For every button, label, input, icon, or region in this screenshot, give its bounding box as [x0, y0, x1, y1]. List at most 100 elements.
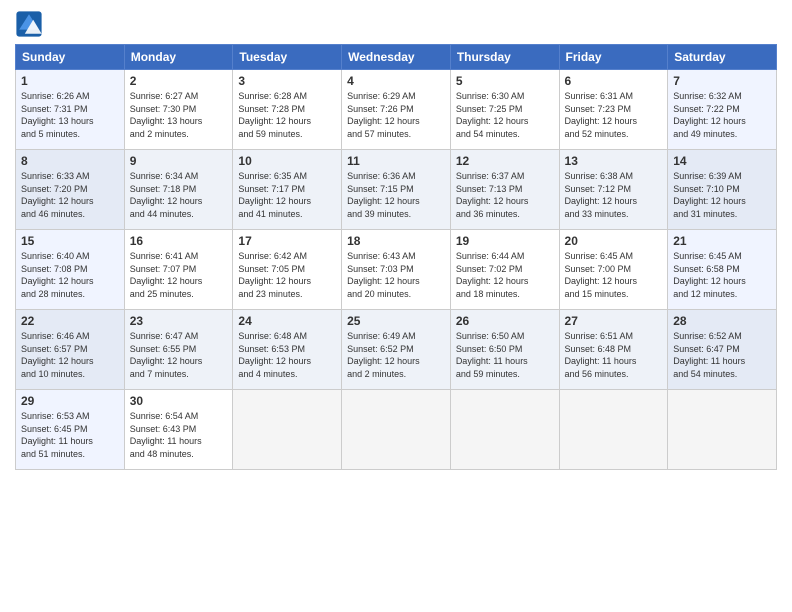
calendar-cell: 26 Sunrise: 6:50 AM Sunset: 6:50 PM Dayli…	[450, 310, 559, 390]
calendar-cell	[342, 390, 451, 470]
day-info: Sunrise: 6:39 AM Sunset: 7:10 PM Dayligh…	[673, 170, 771, 220]
day-number: 21	[673, 234, 771, 248]
logo	[15, 10, 47, 38]
calendar-cell: 13Sunrise: 6:38 AM Sunset: 7:12 PM Dayli…	[559, 150, 668, 230]
day-info: Sunrise: 6:27 AM Sunset: 7:30 PM Dayligh…	[130, 90, 228, 140]
calendar-cell: 20 Sunrise: 6:45 AM Sunset: 7:00 PM Dayli…	[559, 230, 668, 310]
weekday-header-tuesday: Tuesday	[233, 45, 342, 70]
calendar-cell: 6 Sunrise: 6:31 AM Sunset: 7:23 PM Daylig…	[559, 70, 668, 150]
day-info: Sunrise: 6:30 AM Sunset: 7:25 PM Dayligh…	[456, 90, 554, 140]
day-number: 3	[238, 74, 336, 88]
day-info: Sunrise: 6:45 AM Sunset: 7:00 PM Dayligh…	[565, 250, 663, 300]
day-number: 1	[21, 74, 119, 88]
day-number: 24	[238, 314, 336, 328]
calendar-cell	[233, 390, 342, 470]
logo-icon	[15, 10, 43, 38]
day-number: 5	[456, 74, 554, 88]
day-number: 2	[130, 74, 228, 88]
day-number: 30	[130, 394, 228, 408]
day-info: Sunrise: 6:48 AM Sunset: 6:53 PM Dayligh…	[238, 330, 336, 380]
day-info: Sunrise: 6:34 AM Sunset: 7:18 PM Dayligh…	[130, 170, 228, 220]
calendar-cell: 17 Sunrise: 6:42 AM Sunset: 7:05 PM Dayli…	[233, 230, 342, 310]
day-info: Sunrise: 6:47 AM Sunset: 6:55 PM Dayligh…	[130, 330, 228, 380]
day-number: 25	[347, 314, 445, 328]
day-info: Sunrise: 6:46 AM Sunset: 6:57 PM Dayligh…	[21, 330, 119, 380]
day-number: 19	[456, 234, 554, 248]
day-number: 14	[673, 154, 771, 168]
day-info: Sunrise: 6:52 AM Sunset: 6:47 PM Dayligh…	[673, 330, 771, 380]
day-number: 4	[347, 74, 445, 88]
day-number: 26	[456, 314, 554, 328]
day-info: Sunrise: 6:31 AM Sunset: 7:23 PM Dayligh…	[565, 90, 663, 140]
day-number: 29	[21, 394, 119, 408]
calendar-table: SundayMondayTuesdayWednesdayThursdayFrid…	[15, 44, 777, 470]
calendar-cell: 21 Sunrise: 6:45 AM Sunset: 6:58 PM Dayli…	[668, 230, 777, 310]
calendar-cell: 14 Sunrise: 6:39 AM Sunset: 7:10 PM Dayli…	[668, 150, 777, 230]
day-info: Sunrise: 6:33 AM Sunset: 7:20 PM Dayligh…	[21, 170, 119, 220]
calendar-cell: 7Sunrise: 6:32 AM Sunset: 7:22 PM Daylig…	[668, 70, 777, 150]
day-number: 9	[130, 154, 228, 168]
calendar-cell: 4 Sunrise: 6:29 AM Sunset: 7:26 PM Daylig…	[342, 70, 451, 150]
day-number: 16	[130, 234, 228, 248]
day-number: 15	[21, 234, 119, 248]
day-info: Sunrise: 6:53 AM Sunset: 6:45 PM Dayligh…	[21, 410, 119, 460]
day-number: 6	[565, 74, 663, 88]
calendar-cell: 15 Sunrise: 6:40 AM Sunset: 7:08 PM Dayli…	[16, 230, 125, 310]
page: SundayMondayTuesdayWednesdayThursdayFrid…	[0, 0, 792, 612]
calendar-cell: 9 Sunrise: 6:34 AM Sunset: 7:18 PM Daylig…	[124, 150, 233, 230]
day-info: Sunrise: 6:41 AM Sunset: 7:07 PM Dayligh…	[130, 250, 228, 300]
calendar-cell: 8 Sunrise: 6:33 AM Sunset: 7:20 PM Daylig…	[16, 150, 125, 230]
calendar-cell: 23 Sunrise: 6:47 AM Sunset: 6:55 PM Dayli…	[124, 310, 233, 390]
day-number: 12	[456, 154, 554, 168]
day-number: 22	[21, 314, 119, 328]
day-number: 11	[347, 154, 445, 168]
day-number: 20	[565, 234, 663, 248]
day-info: Sunrise: 6:28 AM Sunset: 7:28 PM Dayligh…	[238, 90, 336, 140]
header	[15, 10, 777, 38]
day-info: Sunrise: 6:44 AM Sunset: 7:02 PM Dayligh…	[456, 250, 554, 300]
day-info: Sunrise: 6:49 AM Sunset: 6:52 PM Dayligh…	[347, 330, 445, 380]
day-number: 27	[565, 314, 663, 328]
day-info: Sunrise: 6:29 AM Sunset: 7:26 PM Dayligh…	[347, 90, 445, 140]
weekday-header-thursday: Thursday	[450, 45, 559, 70]
weekday-header-monday: Monday	[124, 45, 233, 70]
weekday-header-friday: Friday	[559, 45, 668, 70]
day-number: 10	[238, 154, 336, 168]
calendar-cell: 3 Sunrise: 6:28 AM Sunset: 7:28 PM Daylig…	[233, 70, 342, 150]
calendar-cell	[668, 390, 777, 470]
day-info: Sunrise: 6:38 AM Sunset: 7:12 PM Dayligh…	[565, 170, 663, 220]
day-number: 18	[347, 234, 445, 248]
day-info: Sunrise: 6:50 AM Sunset: 6:50 PM Dayligh…	[456, 330, 554, 380]
calendar-week-row: 1 Sunrise: 6:26 AM Sunset: 7:31 PM Daylig…	[16, 70, 777, 150]
calendar-cell: 30Sunrise: 6:54 AM Sunset: 6:43 PM Dayli…	[124, 390, 233, 470]
day-info: Sunrise: 6:45 AM Sunset: 6:58 PM Dayligh…	[673, 250, 771, 300]
weekday-header-sunday: Sunday	[16, 45, 125, 70]
calendar-cell: 2 Sunrise: 6:27 AM Sunset: 7:30 PM Daylig…	[124, 70, 233, 150]
day-info: Sunrise: 6:35 AM Sunset: 7:17 PM Dayligh…	[238, 170, 336, 220]
calendar-cell: 19 Sunrise: 6:44 AM Sunset: 7:02 PM Dayli…	[450, 230, 559, 310]
day-info: Sunrise: 6:37 AM Sunset: 7:13 PM Dayligh…	[456, 170, 554, 220]
day-number: 28	[673, 314, 771, 328]
weekday-header-wednesday: Wednesday	[342, 45, 451, 70]
calendar-cell: 16 Sunrise: 6:41 AM Sunset: 7:07 PM Dayli…	[124, 230, 233, 310]
calendar-cell	[450, 390, 559, 470]
day-info: Sunrise: 6:51 AM Sunset: 6:48 PM Dayligh…	[565, 330, 663, 380]
calendar-week-row: 8 Sunrise: 6:33 AM Sunset: 7:20 PM Daylig…	[16, 150, 777, 230]
calendar-cell: 11 Sunrise: 6:36 AM Sunset: 7:15 PM Dayli…	[342, 150, 451, 230]
day-info: Sunrise: 6:42 AM Sunset: 7:05 PM Dayligh…	[238, 250, 336, 300]
calendar-cell: 27 Sunrise: 6:51 AM Sunset: 6:48 PM Dayli…	[559, 310, 668, 390]
calendar-cell: 12 Sunrise: 6:37 AM Sunset: 7:13 PM Dayli…	[450, 150, 559, 230]
day-number: 23	[130, 314, 228, 328]
calendar-cell: 28 Sunrise: 6:52 AM Sunset: 6:47 PM Dayli…	[668, 310, 777, 390]
day-number: 8	[21, 154, 119, 168]
day-info: Sunrise: 6:26 AM Sunset: 7:31 PM Dayligh…	[21, 90, 119, 140]
weekday-header-saturday: Saturday	[668, 45, 777, 70]
day-info: Sunrise: 6:36 AM Sunset: 7:15 PM Dayligh…	[347, 170, 445, 220]
day-number: 17	[238, 234, 336, 248]
day-info: Sunrise: 6:40 AM Sunset: 7:08 PM Dayligh…	[21, 250, 119, 300]
calendar-cell: 24 Sunrise: 6:48 AM Sunset: 6:53 PM Dayli…	[233, 310, 342, 390]
calendar-week-row: 22 Sunrise: 6:46 AM Sunset: 6:57 PM Dayli…	[16, 310, 777, 390]
day-number: 7	[673, 74, 771, 88]
day-info: Sunrise: 6:43 AM Sunset: 7:03 PM Dayligh…	[347, 250, 445, 300]
calendar-cell: 1 Sunrise: 6:26 AM Sunset: 7:31 PM Daylig…	[16, 70, 125, 150]
